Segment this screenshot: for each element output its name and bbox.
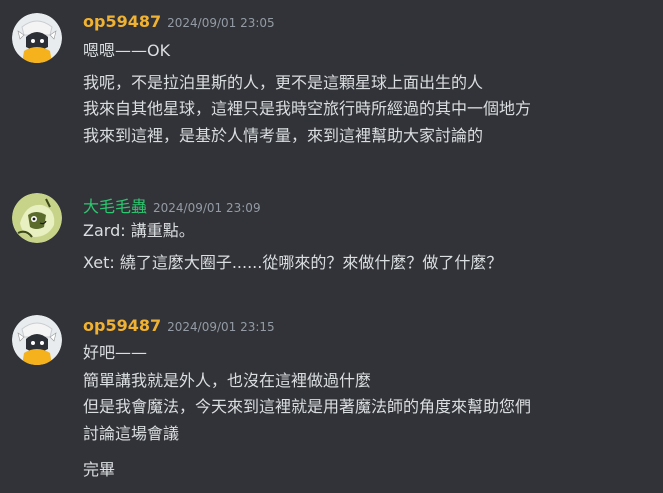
timestamp: 2024/09/01 23:15 (167, 320, 275, 334)
message-line: 簡單講我就是外人，也沒在這裡做過什麼 (83, 371, 372, 390)
username[interactable]: op59487 (83, 12, 161, 31)
message-line: Zard: 講重點。 (83, 221, 195, 240)
username[interactable]: 大毛毛蟲 (83, 197, 147, 216)
user-avatar[interactable] (12, 193, 62, 243)
avatar-image-icon (12, 193, 62, 243)
message-line: Xet: 繞了這麼大圈子......從哪來的？來做什麼？做了什麼？ (83, 253, 503, 272)
chat-messages: op59487 2024/09/01 23:05 嗯嗯——OK 我呢，不是拉泊里斯… (0, 0, 663, 493)
message-header: 大毛毛蟲 2024/09/01 23:09 (83, 193, 261, 217)
message-line: 討論這場會議 (83, 424, 180, 443)
avatar-image-icon (12, 315, 62, 365)
message-line: 我來自其他星球，這裡只是我時空旅行時所經過的其中一個地方 (83, 99, 532, 118)
message-line: 完畢 (83, 460, 116, 479)
message-line: 好吧—— (83, 343, 148, 362)
message-line: 我呢，不是拉泊里斯的人，更不是這顆星球上面出生的人 (83, 73, 484, 92)
timestamp: 2024/09/01 23:09 (153, 201, 261, 215)
message-header: op59487 2024/09/01 23:05 (83, 12, 275, 36)
timestamp: 2024/09/01 23:05 (167, 16, 275, 30)
avatar-image-icon (12, 13, 62, 63)
message-line: 但是我會魔法，今天來到這裡就是用著魔法師的角度來幫助您們 (83, 397, 532, 416)
user-avatar[interactable] (12, 315, 62, 365)
message-header: op59487 2024/09/01 23:15 (83, 316, 275, 340)
message-line: 我來到這裡，是基於人情考量，來到這裡幫助大家討論的 (83, 126, 484, 145)
message-line: 嗯嗯——OK (83, 41, 171, 60)
username[interactable]: op59487 (83, 316, 161, 335)
user-avatar[interactable] (12, 13, 62, 63)
